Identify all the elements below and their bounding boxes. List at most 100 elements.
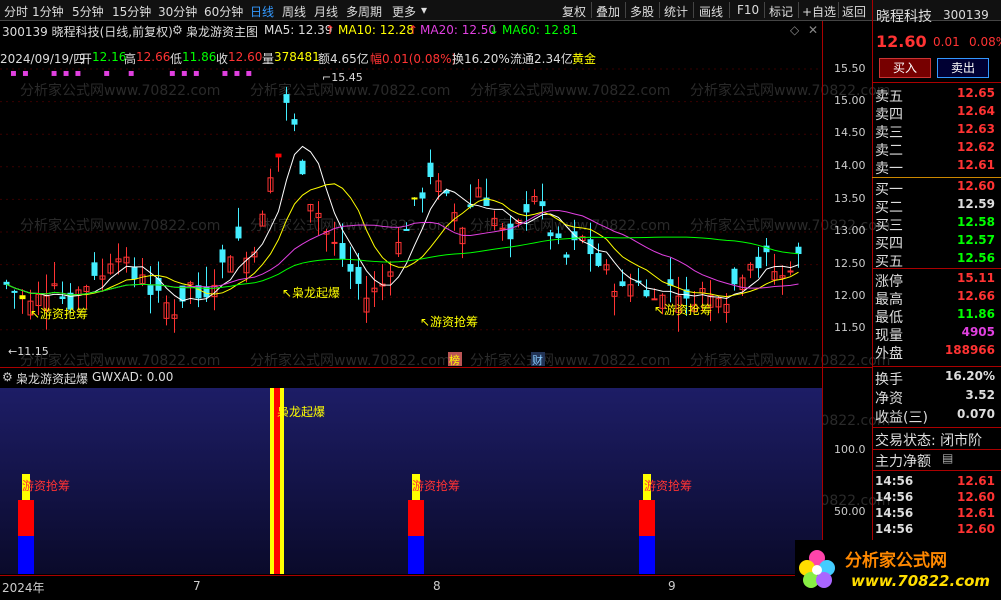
candle-body	[3, 281, 10, 285]
arrow-down-icon: ↓	[489, 23, 500, 37]
signal-bar	[408, 536, 424, 574]
stat-row: 最高 12.66	[875, 289, 995, 308]
signal-bar	[639, 500, 655, 536]
cai-tag: 财	[532, 353, 543, 367]
candle-body	[131, 267, 138, 280]
candle-body	[331, 241, 338, 244]
price-tick: 14.00	[834, 159, 866, 172]
price-tick: 14.50	[834, 126, 866, 139]
candle-body	[411, 197, 418, 200]
main-netflow[interactable]: 主力净额 ▤	[872, 451, 1001, 470]
candle-body	[299, 160, 306, 175]
candle-body	[555, 233, 562, 239]
tick-row: 14:56 12.60	[875, 522, 995, 536]
ma-line	[6, 210, 799, 296]
candle-body	[595, 253, 602, 266]
candle-body	[619, 281, 626, 287]
candle-body	[795, 246, 802, 255]
ma20-label: MA20: 12.50	[420, 23, 497, 37]
tab-1min[interactable]: 1分钟	[32, 3, 64, 20]
candle-body	[347, 264, 354, 272]
signal-label: ↖游资抢筹	[420, 314, 478, 329]
ma5-label: MA5: 12.39	[264, 23, 333, 37]
stat-row: 最低 11.86	[875, 307, 995, 326]
arrow-up-icon: ↑	[408, 23, 419, 37]
stock-chart-window: 分析家公式网www.70822.com 分析家公式网www.70822.com 分析…	[0, 0, 1001, 600]
add-watchlist-button[interactable]: +自选	[802, 3, 836, 20]
sub-signal-label: 游资抢筹	[644, 478, 692, 493]
price-tick: 15.50	[834, 62, 866, 75]
stats-button[interactable]: 统计	[664, 3, 688, 20]
tab-60min[interactable]: 60分钟	[204, 3, 243, 20]
candle-body	[355, 266, 362, 284]
fuquan-button[interactable]: 复权	[562, 3, 586, 20]
tab-monthly[interactable]: 月线	[314, 3, 338, 20]
draw-line-button[interactable]: 画线	[699, 3, 723, 20]
sub-indicator-chart[interactable]: 游资抢筹 枭龙起爆游资抢筹 游资抢筹	[0, 388, 822, 574]
diamond-icon[interactable]: ◇	[790, 23, 799, 37]
ask-row: 卖一 12.61	[875, 158, 995, 177]
arrow-up-icon: ↑	[325, 23, 336, 37]
signal-label: ↖枭龙起爆	[282, 285, 340, 300]
candlestick-chart[interactable]: ↖游资抢筹 ↖枭龙起爆 ↖游资抢筹 ↖游资抢筹 ⌐15.45 ←11.15 榜 财	[0, 60, 822, 370]
sub-indicator-name[interactable]: 枭龙游资起爆	[16, 370, 88, 387]
sub-tick: 100.0	[834, 443, 866, 456]
tab-fenshi[interactable]: 分时	[4, 3, 28, 20]
stat-row: 净资 3.52	[875, 388, 995, 407]
close-icon[interactable]: ✕	[808, 23, 818, 37]
tab-15min[interactable]: 15分钟	[112, 3, 151, 20]
tab-more[interactable]: 更多	[392, 3, 416, 20]
date-label: 7	[193, 579, 201, 593]
mark-button[interactable]: 标记	[769, 3, 793, 20]
signal-bar	[18, 536, 34, 574]
divider	[0, 367, 872, 368]
gear-icon[interactable]: ⚙	[2, 370, 13, 384]
price-tick: 11.50	[834, 321, 866, 334]
ask-row: 卖五 12.65	[875, 86, 995, 105]
candle-body	[147, 285, 154, 295]
buy-button[interactable]: 买入	[879, 58, 931, 78]
trade-status: 交易状态: 闭市阶	[875, 433, 983, 449]
bang-tag: 榜	[449, 353, 460, 367]
divider	[822, 21, 823, 579]
stat-row: 收益(三) 0.070	[875, 407, 995, 426]
stock-code: 300139	[943, 8, 989, 22]
tab-weekly[interactable]: 周线	[282, 3, 306, 20]
candle-body	[731, 268, 738, 285]
candle-body	[499, 227, 506, 230]
tab-multi-period[interactable]: 多周期	[346, 3, 382, 20]
tab-30min[interactable]: 30分钟	[158, 3, 197, 20]
price-change-pct: 0.08%	[969, 35, 1001, 49]
price-change: 0.01	[933, 35, 960, 49]
ma60-label: MA60: 12.81	[502, 23, 579, 37]
signal-label: ↖游资抢筹	[30, 306, 88, 321]
stock-name: 晓程科技	[876, 9, 932, 25]
period-toolbar: 分时 1分钟 5分钟 15分钟 30分钟 60分钟 日线 周线 月线 多周期 更…	[0, 0, 1001, 21]
date-axis: 2024年 7 8 9	[0, 575, 822, 600]
multi-stock-button[interactable]: 多股	[630, 3, 654, 20]
overlay-button[interactable]: 叠加	[596, 3, 620, 20]
tab-5min[interactable]: 5分钟	[72, 3, 104, 20]
candle-body	[19, 295, 26, 300]
stock-title: 300139 晓程科技(日线,前复权)	[2, 25, 173, 39]
ask-row: 卖三 12.63	[875, 122, 995, 141]
signal-bar	[408, 500, 424, 536]
bid-row: 买二 12.59	[875, 197, 995, 216]
gear-icon[interactable]: ⚙	[172, 23, 183, 37]
ma10-label: MA10: 12.28	[338, 23, 415, 37]
low-marker: ←11.15	[8, 345, 49, 358]
candle-body	[651, 298, 658, 301]
candle-body	[643, 290, 650, 297]
date-label: 2024年	[2, 581, 45, 595]
candle-body	[235, 226, 242, 239]
back-button[interactable]: 返回	[842, 3, 866, 20]
stat-row: 涨停 15.11	[875, 271, 995, 290]
chevron-down-icon[interactable]: ▾	[421, 3, 427, 17]
indicator-name[interactable]: 枭龙游资主图	[186, 23, 258, 40]
tab-daily[interactable]: 日线	[250, 3, 274, 20]
sell-button[interactable]: 卖出	[937, 58, 989, 78]
logo-url: www.70822.com	[851, 572, 991, 590]
f10-button[interactable]: F10	[737, 3, 759, 17]
price-tick: 12.50	[834, 257, 866, 270]
ask-row: 卖四 12.64	[875, 104, 995, 123]
